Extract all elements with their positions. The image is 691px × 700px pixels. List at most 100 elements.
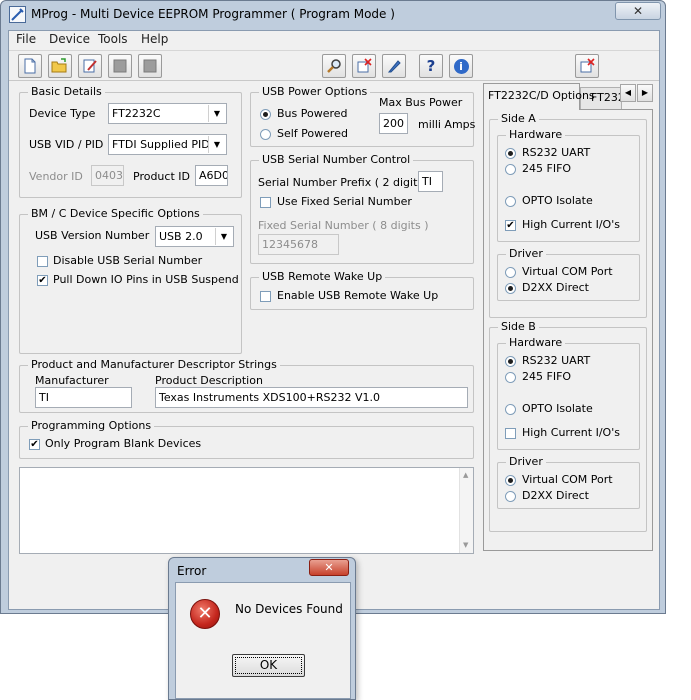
side-a-high-current-label: High Current I/O's bbox=[522, 218, 620, 231]
chevron-down-icon[interactable]: ▼ bbox=[208, 105, 225, 122]
product-description-field[interactable]: Texas Instruments XDS100+RS232 V1.0 bbox=[155, 387, 468, 408]
vendor-id-field[interactable]: 0403 bbox=[91, 165, 124, 186]
product-description-label: Product Description bbox=[155, 374, 263, 387]
log-scrollbar[interactable]: ▲ ▼ bbox=[459, 468, 473, 553]
program-device-icon bbox=[580, 58, 595, 73]
ok-button[interactable]: OK bbox=[232, 654, 305, 677]
program-button[interactable] bbox=[352, 54, 376, 78]
error-dialog: Error ✕ ✕ No Devices Found OK bbox=[168, 557, 356, 700]
side-b-vcp-radio[interactable] bbox=[505, 475, 516, 486]
log-output[interactable]: ▲ ▼ bbox=[19, 467, 474, 554]
serial-prefix-field[interactable]: TI bbox=[418, 171, 443, 192]
usb-version-select[interactable]: USB 2.0 ▼ bbox=[155, 226, 234, 247]
bm-options-title: BM / C Device Specific Options bbox=[28, 207, 203, 220]
help-icon: ? bbox=[426, 57, 436, 75]
side-b-rs232-label: RS232 UART bbox=[522, 354, 591, 367]
fixed-serial-field[interactable]: 12345678 bbox=[258, 234, 339, 255]
stop-button-2[interactable] bbox=[138, 54, 162, 78]
side-a-d2xx-label: D2XX Direct bbox=[522, 281, 589, 294]
side-a-rs232-radio[interactable] bbox=[505, 148, 516, 159]
app-icon bbox=[9, 6, 26, 23]
chevron-down-icon[interactable]: ▼ bbox=[215, 228, 232, 245]
side-b-vcp-label: Virtual COM Port bbox=[522, 473, 613, 486]
side-b-high-current-checkbox[interactable] bbox=[505, 428, 516, 439]
side-a-hardware-title: Hardware bbox=[506, 128, 566, 141]
self-powered-radio[interactable] bbox=[260, 129, 271, 140]
use-fixed-serial-checkbox[interactable] bbox=[260, 197, 271, 208]
tab-scroll-right-button[interactable]: ▶ bbox=[637, 84, 653, 102]
help-button[interactable]: ? bbox=[419, 54, 443, 78]
side-a-245fifo-radio[interactable] bbox=[505, 164, 516, 175]
disable-serial-checkbox[interactable] bbox=[37, 256, 48, 267]
vendor-id-label: Vendor ID bbox=[29, 170, 83, 183]
stop-button-1[interactable] bbox=[108, 54, 132, 78]
basic-details-group: Basic Details Device Type FT2232C ▼ USB … bbox=[19, 85, 242, 198]
side-a-title: Side A bbox=[498, 112, 539, 125]
scroll-down-icon[interactable]: ▼ bbox=[463, 541, 468, 549]
bus-powered-label: Bus Powered bbox=[277, 107, 348, 120]
only-blank-checkbox[interactable]: ✔ bbox=[29, 439, 40, 450]
scroll-up-icon[interactable]: ▲ bbox=[463, 471, 468, 479]
enable-wake-checkbox[interactable] bbox=[260, 291, 271, 302]
side-a-vcp-label: Virtual COM Port bbox=[522, 265, 613, 278]
tab-ft2232cd-options[interactable]: FT2232C/D Options bbox=[483, 83, 595, 110]
flash-button[interactable] bbox=[382, 54, 406, 78]
menu-tools[interactable]: Tools bbox=[98, 32, 128, 46]
tab-ft2232cd-label: FT2232C/D Options bbox=[488, 89, 595, 102]
menu-file[interactable]: File bbox=[16, 32, 36, 46]
side-a-group: Side A Hardware RS232 UART 245 FIFO OPTO… bbox=[489, 112, 647, 318]
units-label: milli Amps bbox=[418, 118, 476, 131]
edit-icon bbox=[83, 59, 97, 73]
wake-up-group: USB Remote Wake Up Enable USB Remote Wak… bbox=[250, 270, 474, 310]
edit-button[interactable] bbox=[78, 54, 102, 78]
side-a-opto-radio[interactable] bbox=[505, 196, 516, 207]
open-button[interactable] bbox=[48, 54, 72, 78]
tab-scroll-left-button[interactable]: ◀ bbox=[620, 84, 636, 102]
error-icon: ✕ bbox=[190, 599, 220, 629]
side-a-hardware-group: Hardware RS232 UART 245 FIFO OPTO Isolat… bbox=[497, 128, 640, 242]
error-dialog-close-button[interactable]: ✕ bbox=[309, 559, 349, 576]
client-area: File Device Tools Help ? i Basic Details… bbox=[8, 30, 660, 610]
side-b-d2xx-radio[interactable] bbox=[505, 491, 516, 502]
window-title: MProg - Multi Device EEPROM Programmer (… bbox=[31, 7, 395, 21]
side-a-d2xx-radio[interactable] bbox=[505, 283, 516, 294]
max-power-field[interactable]: 200 bbox=[379, 113, 408, 134]
error-dialog-body: ✕ No Devices Found OK bbox=[175, 582, 351, 699]
info-button[interactable]: i bbox=[449, 54, 473, 78]
side-a-high-current-checkbox[interactable]: ✔ bbox=[505, 220, 516, 231]
wake-up-title: USB Remote Wake Up bbox=[259, 270, 386, 283]
scan-button[interactable] bbox=[322, 54, 346, 78]
side-b-opto-label: OPTO Isolate bbox=[522, 402, 593, 415]
side-b-rs232-radio[interactable] bbox=[505, 356, 516, 367]
side-a-driver-title: Driver bbox=[506, 247, 546, 260]
device-type-select[interactable]: FT2232C ▼ bbox=[108, 103, 227, 124]
stop-icon bbox=[143, 59, 157, 73]
side-b-high-current-label: High Current I/O's bbox=[522, 426, 620, 439]
pull-down-checkbox[interactable]: ✔ bbox=[37, 275, 48, 286]
fixed-serial-label: Fixed Serial Number ( 8 digits ) bbox=[258, 219, 429, 232]
chevron-down-icon[interactable]: ▼ bbox=[208, 136, 225, 153]
bm-options-group: BM / C Device Specific Options USB Versi… bbox=[19, 207, 242, 354]
usb-version-label: USB Version Number bbox=[35, 229, 150, 242]
bus-powered-radio[interactable] bbox=[260, 109, 271, 120]
serial-prefix-label: Serial Number Prefix ( 2 digits ) bbox=[258, 176, 431, 189]
error-dialog-title: Error bbox=[177, 564, 207, 578]
vidpid-label: USB VID / PID bbox=[29, 138, 104, 151]
title-bar[interactable]: MProg - Multi Device EEPROM Programmer (… bbox=[1, 1, 665, 29]
side-b-245fifo-radio[interactable] bbox=[505, 372, 516, 383]
disable-serial-label: Disable USB Serial Number bbox=[53, 254, 203, 267]
new-file-button[interactable] bbox=[18, 54, 42, 78]
vidpid-select[interactable]: FTDI Supplied PID ▼ bbox=[108, 134, 227, 155]
descriptor-strings-group: Product and Manufacturer Descriptor Stri… bbox=[19, 358, 474, 413]
manufacturer-field[interactable]: TI bbox=[35, 387, 132, 408]
menu-help[interactable]: Help bbox=[141, 32, 168, 46]
menu-device[interactable]: Device bbox=[49, 32, 90, 46]
programming-options-group: Programming Options ✔ Only Program Blank… bbox=[19, 419, 474, 459]
side-b-d2xx-label: D2XX Direct bbox=[522, 489, 589, 502]
side-b-opto-radio[interactable] bbox=[505, 404, 516, 415]
product-id-field[interactable]: A6D0 bbox=[195, 165, 228, 186]
program-all-button[interactable] bbox=[575, 54, 599, 78]
window-close-button[interactable]: ✕ bbox=[615, 2, 661, 20]
side-a-vcp-radio[interactable] bbox=[505, 267, 516, 278]
descriptor-strings-title: Product and Manufacturer Descriptor Stri… bbox=[28, 358, 280, 371]
